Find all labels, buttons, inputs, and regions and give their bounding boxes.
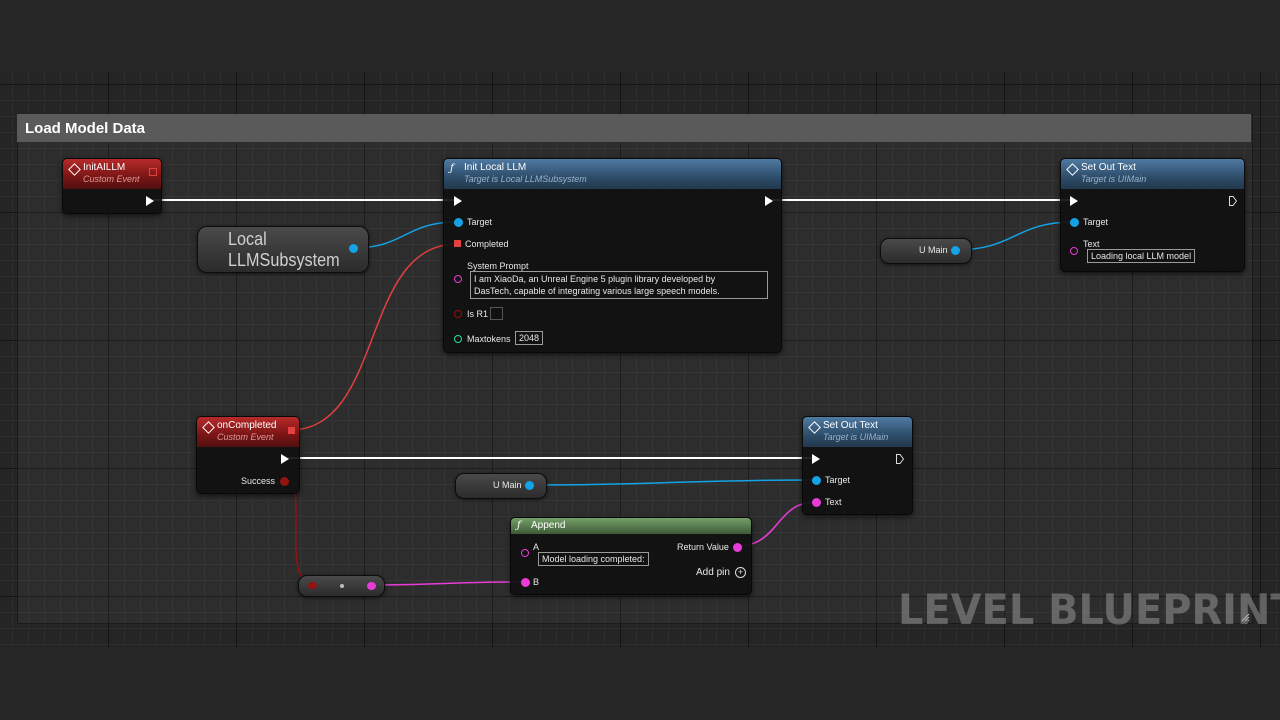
target-pin-icon[interactable]	[812, 476, 821, 485]
node-title: Append	[531, 520, 566, 531]
text-pin-icon[interactable]	[1070, 247, 1078, 255]
is-r1-checkbox[interactable]	[490, 307, 503, 320]
exec-out-pin[interactable]	[765, 196, 773, 206]
exec-out-pin[interactable]	[146, 196, 154, 206]
add-pin-icon[interactable]: +	[735, 567, 746, 578]
b-pin-icon[interactable]	[521, 578, 530, 587]
resize-grip-icon[interactable]	[1240, 612, 1250, 622]
is-r1-label: Is R1	[467, 309, 489, 319]
target-pin-label: Target	[825, 475, 851, 485]
maxtokens-input[interactable]: 2048	[515, 331, 544, 345]
system-prompt-value-line1: I am XiaoDa, an Unreal Engine 5 plugin l…	[474, 274, 716, 284]
function-icon: ƒ	[450, 163, 454, 174]
delegate-pin-icon[interactable]	[149, 168, 157, 176]
text-input[interactable]: Loading local LLM model	[1087, 249, 1196, 263]
node-title: Set Out Text	[1081, 162, 1136, 173]
object-out-pin[interactable]	[951, 246, 960, 255]
delegate-pin-icon[interactable]	[288, 427, 295, 434]
text-pin-icon[interactable]	[812, 498, 821, 507]
node-subtitle: Target is UIMain	[1081, 174, 1147, 184]
system-prompt-pin-icon[interactable]	[454, 275, 462, 283]
target-pin-icon[interactable]	[1070, 218, 1079, 227]
node-title: onCompleted	[217, 420, 277, 431]
u-main-variable-node[interactable]: U Main	[880, 238, 972, 264]
u-main-variable-node-2[interactable]: U Main	[455, 473, 547, 499]
is-r1-pin-icon[interactable]	[454, 310, 462, 318]
on-completed-event-node[interactable]: onCompleted Custom Event Success	[196, 416, 300, 494]
return-value-pin-icon[interactable]	[733, 543, 742, 552]
text-pin-label: Text	[1083, 239, 1100, 249]
event-diamond-icon	[202, 421, 215, 434]
target-pin-label: Target	[1083, 217, 1109, 227]
u-main-label: U Main	[493, 480, 522, 490]
system-prompt-value-line2: DasTech, capable of integrating various …	[474, 286, 720, 296]
exec-out-pin[interactable]	[281, 454, 289, 464]
completed-delegate-pin-icon[interactable]	[454, 240, 461, 247]
a-input[interactable]: Model loading completed:	[538, 552, 649, 566]
completed-pin-label: Completed	[465, 239, 509, 249]
node-title: InitAILLM	[83, 162, 126, 173]
node-header: ƒ Append	[511, 518, 751, 534]
add-pin-label[interactable]: Add pin	[696, 567, 730, 578]
node-title: Init Local LLM	[464, 162, 527, 173]
set-out-text-node-2[interactable]: Set Out Text Target is UIMain Target Tex…	[802, 416, 913, 515]
exec-out-pin[interactable]	[1229, 196, 1237, 206]
return-value-label: Return Value	[677, 542, 729, 552]
set-out-text-node[interactable]: Set Out Text Target is UIMain Target Tex…	[1060, 158, 1245, 272]
b-pin-label: B	[533, 577, 540, 587]
node-subtitle: Custom Event	[83, 174, 140, 184]
node-header: ƒ Init Local LLM Target is Local LLMSubs…	[444, 159, 781, 189]
a-pin-icon[interactable]	[521, 549, 529, 557]
node-subtitle: Target is Local LLMSubsystem	[464, 174, 587, 184]
reroute-in-pin[interactable]	[308, 582, 317, 589]
event-diamond-icon	[808, 421, 821, 434]
node-title: Set Out Text	[823, 420, 878, 431]
system-prompt-input[interactable]: I am XiaoDa, an Unreal Engine 5 plugin l…	[470, 271, 768, 299]
text-pin-label: Text	[825, 497, 842, 507]
reroute-node[interactable]	[298, 575, 385, 597]
node-header: Set Out Text Target is UIMain	[1061, 159, 1244, 189]
node-header: Set Out Text Target is UIMain	[803, 417, 912, 447]
node-header: InitAILLM Custom Event	[63, 159, 161, 189]
object-out-pin[interactable]	[349, 244, 358, 253]
success-pin-label: Success	[241, 476, 276, 486]
maxtokens-label: Maxtokens	[467, 334, 511, 344]
system-prompt-label: System Prompt	[467, 261, 529, 271]
append-node[interactable]: ƒ Append A Model loading completed: B Re…	[510, 517, 752, 595]
event-diamond-icon	[68, 163, 81, 176]
target-pin-label: Target	[467, 217, 493, 227]
reroute-out-pin[interactable]	[367, 582, 376, 590]
node-subtitle: Target is UIMain	[823, 432, 889, 442]
init-ai-llm-event-node[interactable]: InitAILLM Custom Event	[62, 158, 162, 214]
subsystem-label-line2: LLMSubsystem	[228, 250, 340, 270]
node-header: onCompleted Custom Event	[197, 417, 299, 447]
target-pin-icon[interactable]	[454, 218, 463, 227]
event-diamond-icon	[1066, 163, 1079, 176]
u-main-label: U Main	[919, 245, 948, 255]
level-blueprint-watermark: LEVEL BLUEPRINT	[898, 585, 1280, 634]
exec-in-pin[interactable]	[454, 196, 462, 206]
exec-in-pin[interactable]	[812, 454, 820, 464]
exec-out-pin[interactable]	[896, 454, 904, 464]
object-out-pin[interactable]	[525, 481, 534, 490]
comment-title: Load Model Data	[25, 120, 146, 137]
reroute-dot-icon	[340, 584, 344, 588]
function-icon: ƒ	[517, 520, 521, 531]
success-pin-icon[interactable]	[280, 477, 289, 486]
init-local-llm-node[interactable]: ƒ Init Local LLM Target is Local LLMSubs…	[443, 158, 782, 353]
maxtokens-pin-icon[interactable]	[454, 335, 462, 343]
comment-header[interactable]: Load Model Data	[17, 114, 1251, 143]
exec-in-pin[interactable]	[1070, 196, 1078, 206]
a-pin-label: A	[533, 542, 540, 552]
subsystem-label-line1: Local	[228, 229, 267, 249]
local-llm-subsystem-node[interactable]: Local LLMSubsystem	[197, 226, 369, 273]
node-subtitle: Custom Event	[217, 432, 274, 442]
